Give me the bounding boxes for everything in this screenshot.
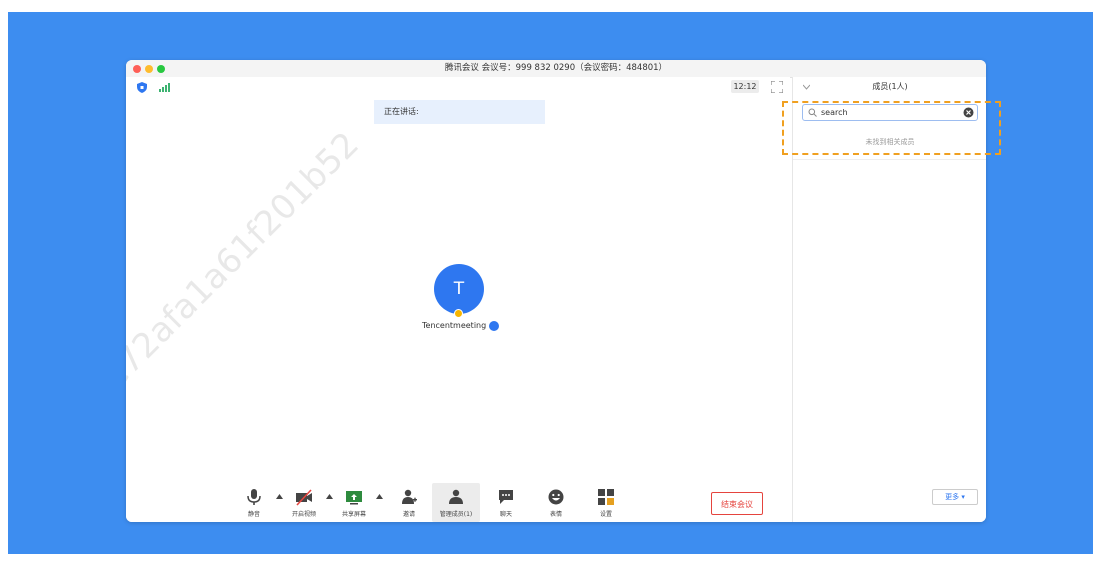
invite-label: 邀请	[402, 511, 415, 518]
more-button[interactable]: 更多 ▾	[932, 489, 978, 505]
window-title: 腾讯会议 会议号：999 832 0290（会议密码：484801）	[444, 63, 668, 73]
fullscreen-icon[interactable]	[771, 81, 783, 93]
meeting-time: 12:12	[731, 80, 759, 93]
video-options-caret-icon[interactable]	[326, 493, 333, 500]
search-highlight-annotation	[782, 101, 1001, 155]
minimize-window-button[interactable]	[145, 65, 153, 73]
emoji-label: 表情	[549, 511, 562, 518]
video-area: 12:12 正在讲话: fe72afa1a61f201b52 T Tencent…	[126, 77, 790, 522]
share-screen-label: 共享屏幕	[341, 511, 366, 518]
settings-icon	[598, 489, 614, 505]
members-panel-title: 成员(1人)	[872, 82, 908, 91]
shield-icon[interactable]	[137, 82, 147, 93]
manage-members-button[interactable]: 管理成员(1)	[432, 483, 480, 522]
watermark: fe72afa1a61f201b52	[126, 124, 367, 406]
host-badge-icon	[454, 309, 463, 318]
panel-divider	[793, 159, 986, 160]
manage-members-label: 管理成员(1)	[439, 511, 473, 518]
chat-label: 聊天	[499, 511, 512, 518]
settings-label: 设置	[599, 511, 612, 518]
maximize-window-button[interactable]	[157, 65, 165, 73]
share-screen-icon	[346, 491, 362, 505]
members-icon	[449, 489, 463, 504]
emoji-button[interactable]: 表情	[536, 483, 576, 522]
share-options-caret-icon[interactable]	[376, 493, 383, 500]
close-window-button[interactable]	[133, 65, 141, 73]
mute-label: 静音	[247, 511, 260, 518]
invite-button[interactable]: 邀请	[389, 483, 429, 522]
speaking-banner: 正在讲话:	[374, 100, 545, 124]
signal-strength-icon[interactable]	[159, 83, 171, 92]
microphone-icon	[247, 489, 261, 505]
chat-icon	[499, 490, 513, 504]
meeting-toolbar: 静音 开启视频 共享屏幕 邀请 管理成员(1) 聊天 表情 设置 结束会议	[126, 483, 790, 522]
start-video-label: 开启视频	[291, 511, 316, 518]
title-bar: 腾讯会议 会议号：999 832 0290（会议密码：484801）	[126, 60, 986, 78]
emoji-icon	[548, 489, 564, 505]
microphone-status-icon	[489, 321, 499, 331]
video-off-icon	[296, 489, 312, 506]
participant-avatar[interactable]: T	[434, 264, 484, 314]
chat-button[interactable]: 聊天	[486, 483, 526, 522]
start-video-button[interactable]: 开启视频	[284, 483, 324, 522]
invite-icon	[402, 489, 417, 504]
mute-options-caret-icon[interactable]	[276, 493, 283, 500]
mute-button[interactable]: 静音	[234, 483, 274, 522]
settings-button[interactable]: 设置	[586, 483, 626, 522]
meeting-status-bar: 12:12	[126, 77, 790, 97]
share-screen-button[interactable]: 共享屏幕	[334, 483, 374, 522]
end-meeting-button[interactable]: 结束会议	[711, 492, 763, 515]
